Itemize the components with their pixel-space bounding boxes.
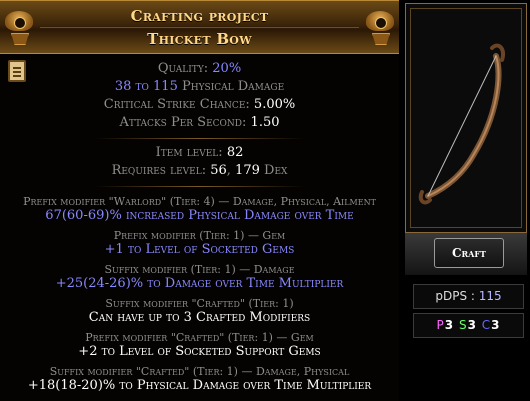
item-level-line: Item level: 82 (0, 145, 399, 160)
modifier-header: Suffix modifier (Tier: 1) — Damage (104, 263, 295, 276)
crafting-window: Crafting project Thicket Bow Quality: 20… (0, 0, 530, 401)
quality-line: Quality: 20% (0, 61, 399, 76)
quality-label: Quality: (157, 61, 209, 76)
requirements-line: Requires level: 56, 179 Dex (0, 163, 399, 178)
item-name: Thicket Bow (147, 30, 252, 48)
modifier-header: Prefix modifier "Warlord" (Tier: 4) — Da… (23, 195, 376, 208)
modifier-text: +1 to Level of Socketed Gems (104, 242, 295, 257)
physical-damage-line: 38 to 115 Physical Damage (0, 79, 399, 94)
craft-button[interactable]: Craft (434, 238, 504, 268)
pdps-value: 115 (478, 289, 502, 303)
crit-chance-line: Critical Strike Chance: 5.00% (0, 97, 399, 112)
socket-p-label: P (436, 318, 445, 332)
socket-s-label: S (458, 318, 468, 332)
requires-dex-label: Dex (264, 163, 288, 178)
section-divider (95, 186, 304, 187)
tooltip-header: Crafting project Thicket Bow (0, 0, 399, 54)
socket-colors-box: P3 S3 C3 (413, 313, 524, 338)
physical-damage-value: 38 to 115 (114, 79, 178, 94)
crit-value: 5.00% (253, 97, 296, 112)
requires-level-value: 56 (210, 163, 227, 178)
socket-p-value: 3 (444, 318, 455, 332)
item-tooltip: Crafting project Thicket Bow Quality: 20… (0, 0, 399, 401)
header-divider (40, 27, 359, 28)
socket-c-value: 3 (491, 318, 501, 332)
requires-separator: , (226, 163, 231, 178)
modifier-header: Suffix modifier "Crafted" (Tier: 1) — Da… (49, 365, 350, 378)
pdps-box: pDPS : 115 (413, 284, 524, 309)
modifier-header: Suffix modifier "Crafted" (Tier: 1) (105, 297, 294, 310)
modifier-text: 67(60-69)% increased Physical Damage ove… (45, 208, 354, 223)
item-level-label: Item level: (155, 145, 223, 160)
section-divider (95, 138, 304, 139)
attacks-per-second-line: Attacks Per Second: 1.50 (0, 115, 399, 130)
modifier-text: +2 to Level of Socketed Support Gems (78, 344, 321, 359)
quality-value: 20% (212, 61, 242, 76)
modifier-header: Prefix modifier "Crafted" (Tier: 1) — Ge… (85, 331, 314, 344)
physical-damage-label: Physical Damage (182, 79, 285, 94)
requires-dex-value: 179 (235, 163, 260, 178)
aps-label: Attacks Per Second: (119, 115, 247, 130)
requires-label: Requires level: (111, 163, 207, 178)
item-level-value: 82 (226, 145, 244, 160)
crafting-project-label: Crafting project (130, 7, 269, 25)
modifier-text: Can have up to 3 Crafted Modifiers (88, 310, 311, 325)
crit-label: Critical Strike Chance: (103, 97, 250, 112)
socket-s-value: 3 (467, 318, 477, 332)
pdps-label: pDPS : (435, 289, 475, 303)
modifier-header: Prefix modifier (Tier: 1) — Gem (113, 229, 286, 242)
modifier-text: +18(18-20)% to Physical Damage over Time… (27, 378, 372, 393)
item-preview (405, 3, 527, 233)
modifier-text: +25(24-26)% to Damage over Time Multipli… (55, 276, 344, 291)
bow-icon (418, 43, 505, 205)
socket-c-label: C (481, 318, 492, 332)
aps-value: 1.50 (250, 115, 280, 130)
